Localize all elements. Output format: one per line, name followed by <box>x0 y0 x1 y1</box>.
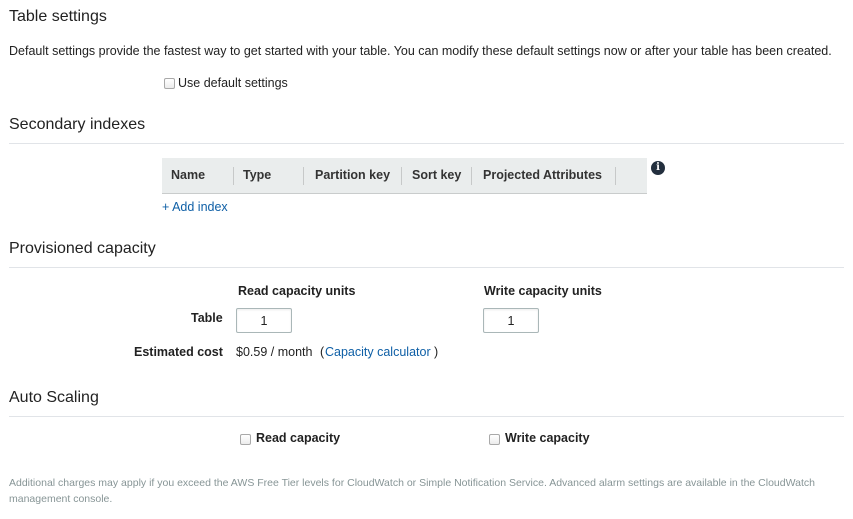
column-separator <box>471 167 472 185</box>
write-capacity-label[interactable]: Write capacity <box>505 431 590 445</box>
column-header-type[interactable]: Type <box>243 158 271 193</box>
footnote-line-2: management console. <box>9 493 113 505</box>
section-divider <box>9 143 844 144</box>
write-capacity-checkbox[interactable] <box>489 432 500 450</box>
footnote: Additional charges may apply if you exce… <box>9 475 847 507</box>
provisioned-capacity-title: Provisioned capacity <box>9 240 156 257</box>
column-header-projected-attributes[interactable]: Projected Attributes <box>483 158 602 193</box>
column-separator <box>401 167 402 185</box>
add-index-link[interactable]: + Add index <box>162 200 228 214</box>
column-separator <box>615 167 616 185</box>
section-divider <box>9 267 844 268</box>
estimated-cost-value: $0.59 / month <box>236 345 313 359</box>
footnote-line-1: Additional charges may apply if you exce… <box>9 477 815 489</box>
column-header-sort-key[interactable]: Sort key <box>412 158 461 193</box>
section-divider <box>9 416 844 417</box>
column-separator <box>233 167 234 185</box>
auto-scaling-title: Auto Scaling <box>9 389 99 406</box>
column-header-name[interactable]: Name <box>171 158 205 193</box>
secondary-indexes-title: Secondary indexes <box>9 116 146 133</box>
checkbox-box[interactable] <box>489 434 500 445</box>
use-default-settings-checkbox[interactable] <box>164 76 175 94</box>
write-capacity-units-header: Write capacity units <box>484 284 602 298</box>
write-capacity-input[interactable] <box>483 308 539 333</box>
capacity-calculator-link[interactable]: Capacity calculator <box>325 345 431 359</box>
checkbox-box[interactable] <box>240 434 251 445</box>
read-capacity-label[interactable]: Read capacity <box>256 431 340 445</box>
indexes-table-header: Name Type Partition key Sort key Project… <box>162 158 647 194</box>
column-header-partition-key[interactable]: Partition key <box>315 158 390 193</box>
table-settings-title: Table settings <box>9 8 107 25</box>
column-separator <box>303 167 304 185</box>
checkbox-box[interactable] <box>164 78 175 89</box>
calculator-close-paren: ) <box>434 345 439 359</box>
use-default-settings-label[interactable]: Use default settings <box>178 76 288 90</box>
calculator-open-paren: ( <box>320 345 325 359</box>
read-capacity-checkbox[interactable] <box>240 432 251 450</box>
table-row-label: Table <box>191 311 223 325</box>
table-settings-description: Default settings provide the fastest way… <box>9 44 832 58</box>
read-capacity-input[interactable] <box>236 308 292 333</box>
read-capacity-units-header: Read capacity units <box>238 284 356 298</box>
info-icon[interactable]: i <box>651 161 665 175</box>
estimated-cost-label: Estimated cost <box>134 345 223 359</box>
